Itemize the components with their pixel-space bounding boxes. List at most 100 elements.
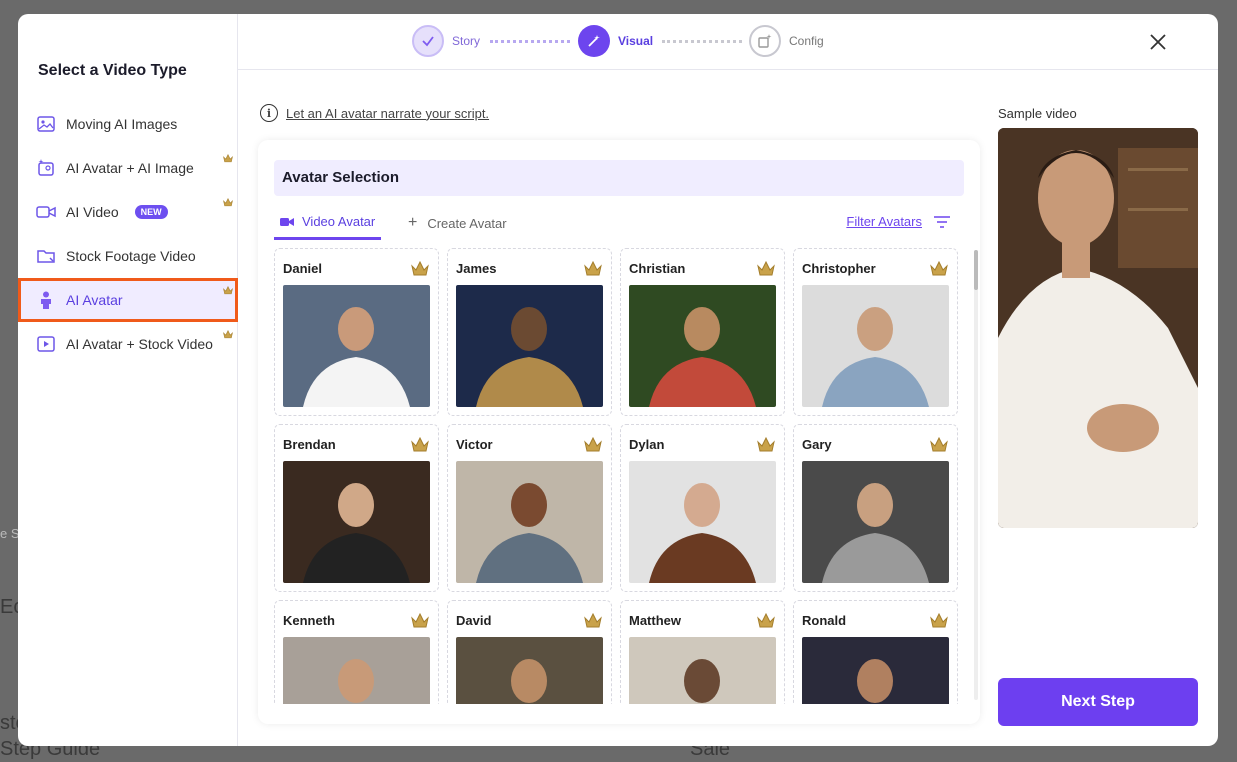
magic-wand-icon xyxy=(578,25,610,57)
avatar-name: Brendan xyxy=(283,437,336,452)
video-type-list: Moving AI Images AI Avatar + AI Image AI V… xyxy=(18,102,238,366)
crown-icon xyxy=(756,611,776,629)
avatar-thumbnail xyxy=(802,461,949,583)
tab-label: Create Avatar xyxy=(427,215,507,231)
avatar-selection-panel: Avatar Selection Video Avatar + Create A… xyxy=(258,140,980,724)
avatar-card-dylan[interactable]: Dylan xyxy=(620,424,785,592)
avatar-card-christian[interactable]: Christian xyxy=(620,248,785,416)
intro-hint: i Let an AI avatar narrate your script. xyxy=(260,104,489,122)
step-label: Story xyxy=(452,34,481,48)
next-step-button[interactable]: Next Step xyxy=(998,678,1198,726)
tab-create-avatar[interactable]: + Create Avatar xyxy=(408,206,507,240)
intro-link[interactable]: Let an AI avatar narrate your script. xyxy=(286,106,489,121)
crown-icon xyxy=(756,435,776,453)
scrollbar-track xyxy=(974,250,978,700)
video-type-label: Stock Footage Video xyxy=(66,248,196,264)
avatar-name: David xyxy=(456,613,492,628)
person-icon xyxy=(36,290,56,310)
avatar-card-james[interactable]: James xyxy=(447,248,612,416)
video-type-label: Moving AI Images xyxy=(66,116,178,132)
video-camera-icon xyxy=(36,202,56,222)
avatar-grid: Daniel James Christian Christopher Brendan Vi… xyxy=(274,248,964,704)
step-label: Visual xyxy=(618,34,654,48)
avatar-card-gary[interactable]: Gary xyxy=(793,424,958,592)
avatar-card-matthew[interactable]: Matthew xyxy=(620,600,785,704)
avatar-thumbnail xyxy=(283,461,430,583)
avatar-card-ronald[interactable]: Ronald xyxy=(793,600,958,704)
avatar-name: Ronald xyxy=(802,613,847,628)
avatar-thumbnail xyxy=(456,637,603,704)
filter-label: Filter Avatars xyxy=(846,214,922,229)
avatar-card-kenneth[interactable]: Kenneth xyxy=(274,600,439,704)
sample-video-player[interactable] xyxy=(998,128,1198,528)
avatar-card-victor[interactable]: Victor xyxy=(447,424,612,592)
avatar-card-daniel[interactable]: Daniel xyxy=(274,248,439,416)
close-icon xyxy=(1150,34,1166,50)
settings-sparkle-icon xyxy=(749,25,781,57)
crown-icon xyxy=(222,194,234,207)
video-type-label: AI Avatar + Stock Video xyxy=(66,336,213,352)
filter-avatars-button[interactable]: Filter Avatars xyxy=(846,214,950,229)
background-text: e S xyxy=(0,526,20,541)
avatar-thumbnail xyxy=(629,637,776,704)
step-story[interactable]: Story xyxy=(412,25,480,57)
stepper: Story Visual Config xyxy=(238,14,1218,70)
crown-icon xyxy=(410,259,430,277)
crown-icon xyxy=(410,611,430,629)
crown-icon xyxy=(222,282,234,295)
avatar-name: James xyxy=(456,261,497,276)
video-type-ai-avatar-stock-video[interactable]: AI Avatar + Stock Video xyxy=(18,322,238,366)
folder-icon xyxy=(36,246,56,266)
check-icon xyxy=(412,25,444,57)
step-connector xyxy=(662,40,742,43)
avatar-thumbnail xyxy=(456,285,603,407)
video-type-label: AI Avatar xyxy=(66,292,123,308)
crown-icon xyxy=(929,435,949,453)
scrollbar-thumb[interactable] xyxy=(974,250,978,290)
avatar-card-christopher[interactable]: Christopher xyxy=(793,248,958,416)
step-connector xyxy=(490,40,570,43)
step-label: Config xyxy=(789,34,824,48)
avatar-thumbnail xyxy=(629,461,776,583)
video-type-ai-avatar-ai-image[interactable]: AI Avatar + AI Image xyxy=(18,146,238,190)
avatar-name: Victor xyxy=(456,437,493,452)
avatar-thumbnail xyxy=(283,637,430,704)
crown-icon xyxy=(929,259,949,277)
video-camera-icon xyxy=(280,217,294,226)
main-area: Story Visual Config i Let an AI avatar n… xyxy=(238,14,1218,746)
crown-icon xyxy=(410,435,430,453)
image-icon xyxy=(36,114,56,134)
video-type-ai-video[interactable]: AI Video NEW xyxy=(18,190,238,234)
avatar-card-david[interactable]: David xyxy=(447,600,612,704)
new-badge: NEW xyxy=(134,205,168,219)
avatar-thumbnail xyxy=(802,637,949,704)
avatar-name: Christopher xyxy=(802,261,876,276)
crown-icon xyxy=(756,259,776,277)
avatar-tabs: Video Avatar + Create Avatar Filter Avat… xyxy=(274,206,964,240)
video-type-ai-avatar[interactable]: AI Avatar xyxy=(18,278,238,322)
info-icon: i xyxy=(260,104,278,122)
avatar-thumbnail xyxy=(802,285,949,407)
close-button[interactable] xyxy=(1146,30,1170,54)
tab-video-avatar[interactable]: Video Avatar xyxy=(274,206,382,240)
plus-icon: + xyxy=(408,214,418,231)
avatar-thumbnail xyxy=(283,285,430,407)
avatar-name: Dylan xyxy=(629,437,665,452)
step-config[interactable]: Config xyxy=(749,25,824,57)
avatar-card-brendan[interactable]: Brendan xyxy=(274,424,439,592)
video-type-modal: Select a Video Type Moving AI Images AI A… xyxy=(18,14,1218,746)
avatar-name: Kenneth xyxy=(283,613,335,628)
video-type-label: AI Video xyxy=(66,204,119,220)
crown-icon xyxy=(583,611,603,629)
crown-icon xyxy=(583,435,603,453)
step-visual[interactable]: Visual xyxy=(578,25,653,57)
avatar-name: Daniel xyxy=(283,261,323,276)
video-type-moving-ai-images[interactable]: Moving AI Images xyxy=(18,102,238,146)
avatar-name: Matthew xyxy=(629,613,681,628)
avatar-thumbnail xyxy=(629,285,776,407)
video-type-stock-footage-video[interactable]: Stock Footage Video xyxy=(18,234,238,278)
sparkle-image-icon xyxy=(36,158,56,178)
crown-icon xyxy=(583,259,603,277)
panel-title: Avatar Selection xyxy=(274,160,964,196)
crown-icon xyxy=(222,326,234,339)
